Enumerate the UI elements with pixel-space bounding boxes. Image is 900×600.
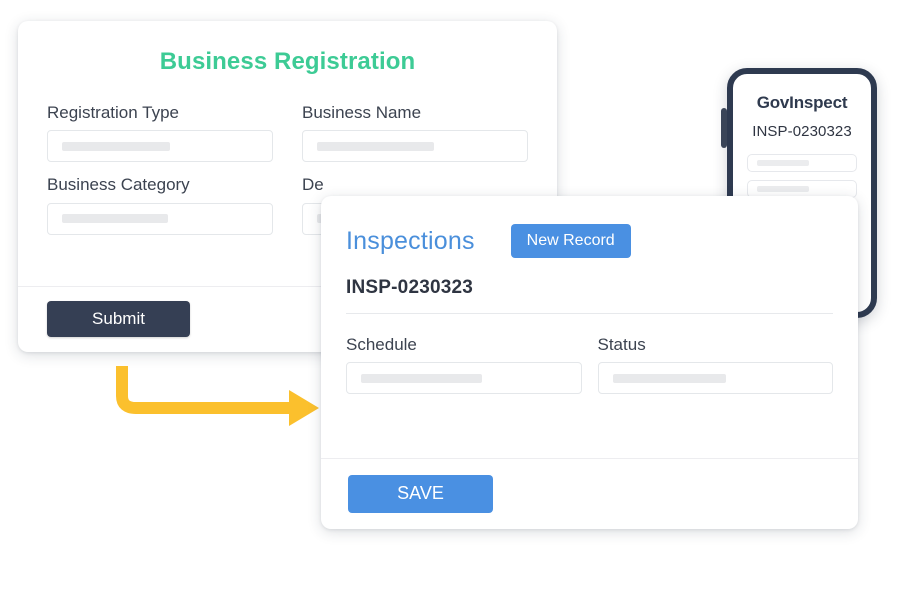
- status-value-placeholder: [613, 374, 726, 383]
- field-business-category: Business Category: [47, 174, 273, 234]
- save-button[interactable]: SAVE: [348, 475, 493, 513]
- inspections-card-footer: SAVE: [321, 458, 858, 529]
- field-schedule: Schedule: [346, 334, 582, 394]
- phone-field-1-placeholder: [757, 160, 809, 166]
- phone-field-2-placeholder: [757, 186, 809, 192]
- phone-field-1[interactable]: [747, 154, 857, 172]
- status-input[interactable]: [598, 362, 834, 394]
- phone-record-id: INSP-0230323: [747, 123, 857, 140]
- phone-side-button-icon[interactable]: [721, 108, 727, 148]
- inspections-header: Inspections New Record: [321, 196, 858, 258]
- field-label-business-name: Business Name: [302, 102, 528, 123]
- schedule-input[interactable]: [346, 362, 582, 394]
- business-name-input[interactable]: [302, 130, 528, 162]
- business-category-input[interactable]: [47, 203, 273, 235]
- submit-button[interactable]: Submit: [47, 301, 190, 337]
- field-status: Status: [598, 334, 834, 394]
- field-label-registration-type: Registration Type: [47, 102, 273, 123]
- inspections-card: Inspections New Record INSP-0230323 Sche…: [321, 196, 858, 529]
- inspections-form-grid: Schedule Status: [321, 314, 858, 394]
- business-category-value-placeholder: [62, 214, 168, 223]
- field-registration-type: Registration Type: [47, 102, 273, 162]
- business-name-value-placeholder: [317, 142, 434, 151]
- field-label-schedule: Schedule: [346, 334, 582, 355]
- new-record-button[interactable]: New Record: [511, 224, 631, 258]
- schedule-value-placeholder: [361, 374, 482, 383]
- field-label-business-category: Business Category: [47, 174, 273, 195]
- phone-app-title: GovInspect: [747, 93, 857, 113]
- page-title: Business Registration: [18, 21, 557, 76]
- registration-type-input[interactable]: [47, 130, 273, 162]
- flow-arrow-icon: [104, 358, 330, 438]
- inspections-title: Inspections: [346, 227, 475, 256]
- inspection-record-id: INSP-0230323: [321, 258, 858, 299]
- field-label-status: Status: [598, 334, 834, 355]
- illustration-canvas: Business Registration Registration Type …: [0, 0, 900, 600]
- field-business-name: Business Name: [302, 102, 528, 162]
- registration-type-value-placeholder: [62, 142, 170, 151]
- field-label-department: De: [302, 174, 528, 195]
